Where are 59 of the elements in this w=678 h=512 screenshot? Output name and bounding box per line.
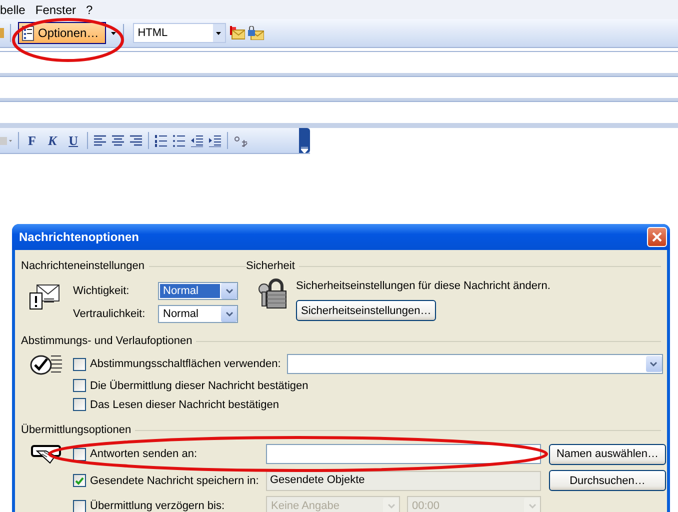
chevron-down-icon <box>226 312 232 316</box>
numbered-list-icon <box>155 134 168 146</box>
outdent-icon <box>191 134 204 146</box>
padlock-keys-icon <box>256 277 288 311</box>
group-heading: Nachrichteneinstellungen <box>21 260 145 272</box>
format-button[interactable]: U <box>66 132 82 148</box>
align-center-icon <box>112 134 124 146</box>
checkbox-label: Antworten senden an: <box>90 448 198 460</box>
field-label: Vertraulichkeit: <box>73 308 146 320</box>
checkbox-label: Das Lesen dieser Nachricht bestätigen <box>90 398 279 410</box>
dropdown[interactable] <box>286 354 663 374</box>
close-icon <box>652 232 662 242</box>
bullet-list-icon <box>173 134 186 146</box>
format-button[interactable]: K <box>44 132 60 148</box>
security-description: Sicherheitseinstellungen für diese Nachricht ändern. <box>296 280 550 292</box>
checkbox[interactable] <box>73 358 86 370</box>
checkbox-label: Die Übermittlung dieser Nachricht bestätigen <box>90 380 308 392</box>
chevron-down-icon <box>388 504 394 508</box>
format-combo[interactable]: HTML <box>132 23 226 43</box>
align-left-icon <box>94 134 106 146</box>
checkbox-label: Abstimmungsschaltflächen verwenden: <box>90 358 281 370</box>
text-field[interactable] <box>0 76 678 98</box>
chevron-down-icon <box>650 362 658 366</box>
checkbox-label: Übermittlung verzögern bis: <box>90 500 225 512</box>
dropdown[interactable]: Normal <box>158 282 238 300</box>
toolbar-options-handle[interactable] <box>299 128 310 153</box>
menu-item[interactable]: ? <box>84 2 101 16</box>
checkbox-label: Gesendete Nachricht speichern in: <box>90 474 259 486</box>
checkbox[interactable] <box>73 379 86 392</box>
chevron-icon <box>301 147 308 153</box>
group-heading: Abstimmungs- und Verlaufoptionen <box>21 335 192 347</box>
security-settings-button[interactable]: Sicherheitseinstellungen… <box>296 300 436 321</box>
menu-item[interactable]: Fenster <box>33 2 84 16</box>
group-heading: Übermittlungsoptionen <box>21 424 132 436</box>
checkbox[interactable] <box>73 398 86 411</box>
flag-envelope-icon <box>228 26 245 40</box>
menu-item[interactable]: belle <box>0 2 34 16</box>
chevron-down-icon <box>226 288 232 294</box>
font-color-icon <box>0 136 12 144</box>
window-title: Nachrichtenoptionen <box>19 230 140 244</box>
caret-icon <box>216 32 222 34</box>
hand-envelope-icon <box>29 443 63 465</box>
text-field[interactable] <box>266 444 541 464</box>
field-label: Wichtigkeit: <box>73 285 130 297</box>
text-field[interactable] <box>0 101 678 123</box>
lock-envelope-icon <box>248 26 264 40</box>
options-button[interactable]: Optionen… <box>18 22 106 44</box>
select-names-button[interactable]: Namen auswählen… <box>549 444 666 464</box>
caret-icon <box>110 32 116 34</box>
group-heading: Sicherheit <box>246 260 295 272</box>
indent-icon <box>209 134 222 146</box>
chevron-down-icon <box>528 504 536 508</box>
close-button[interactable] <box>647 227 667 247</box>
dropdown[interactable]: Normal <box>158 305 238 323</box>
text-field[interactable] <box>0 51 678 73</box>
check-icon <box>75 476 84 484</box>
checkbox[interactable] <box>73 448 86 460</box>
format-button[interactable]: F <box>25 132 39 148</box>
align-right-icon <box>130 134 142 146</box>
